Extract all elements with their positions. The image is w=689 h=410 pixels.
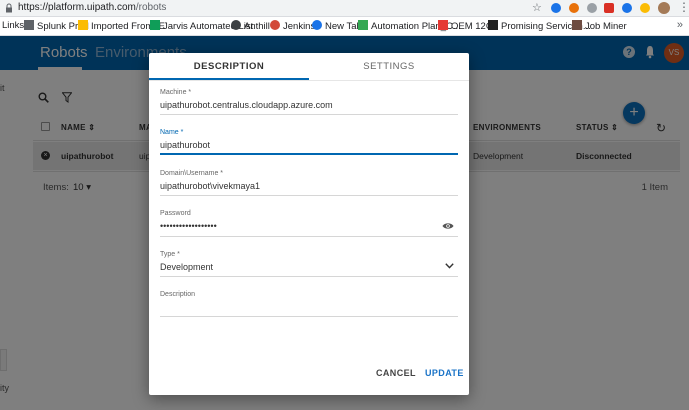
extension-icon[interactable]	[604, 3, 614, 13]
extension-icon[interactable]	[622, 3, 632, 13]
sheets-icon	[150, 20, 160, 30]
bookmark-star-icon[interactable]: ☆	[532, 1, 542, 14]
machine-field[interactable]: Machine *	[160, 89, 458, 115]
tab-description[interactable]: DESCRIPTION	[149, 53, 309, 80]
name-field[interactable]: Name *	[160, 129, 458, 155]
field-underline	[160, 276, 458, 277]
tab-divider	[149, 80, 469, 81]
edit-robot-dialog: DESCRIPTION SETTINGS Machine * Name * Do…	[149, 53, 469, 395]
bookmarks-bar: Links Splunk Prod Imported From IE Jarvi…	[0, 17, 689, 36]
field-underline	[160, 236, 458, 237]
bookmark-item[interactable]: Jenkins	[270, 20, 315, 32]
cancel-button[interactable]: CANCEL	[376, 368, 416, 378]
globe-icon	[231, 20, 241, 30]
extension-icon[interactable]	[640, 3, 650, 13]
field-underline	[160, 316, 458, 317]
machine-input[interactable]	[160, 100, 440, 110]
description-label: Description	[160, 291, 196, 298]
bookmark-item[interactable]: OEM 12C	[438, 20, 493, 32]
bookmark-item[interactable]: Job Miner	[572, 20, 627, 32]
browser-address-bar[interactable]: https://platform.uipath.com/robots ☆ ⋮	[0, 0, 689, 17]
extension-icon[interactable]	[569, 3, 579, 13]
field-underline-focused	[160, 153, 458, 155]
url-text[interactable]: https://platform.uipath.com/robots	[18, 2, 166, 13]
tab-settings[interactable]: SETTINGS	[309, 53, 469, 80]
domain-username-field[interactable]: Domain\Username *	[160, 170, 458, 196]
folder-icon	[78, 20, 88, 30]
folder-icon	[24, 20, 34, 30]
job-miner-icon	[572, 20, 582, 30]
description-input[interactable]	[160, 302, 440, 312]
type-selected-value[interactable]: Development	[160, 262, 440, 272]
jenkins-icon	[270, 20, 280, 30]
lock-icon	[6, 3, 12, 13]
domain-username-input[interactable]	[160, 181, 440, 191]
update-button[interactable]: UPDATE	[425, 368, 464, 378]
password-label: Password	[160, 210, 191, 217]
bookmarks-overflow-icon[interactable]: »	[677, 19, 683, 31]
show-password-eye-icon[interactable]	[442, 221, 454, 231]
more-menu-icon[interactable]: ⋮	[678, 0, 689, 14]
drive-icon	[358, 20, 368, 30]
oracle-icon	[438, 20, 448, 30]
bookmark-item[interactable]: New Tab	[312, 20, 362, 32]
bookmark-item[interactable]: Links	[2, 20, 24, 31]
type-select[interactable]: Type * Development	[160, 251, 458, 277]
chevron-down-icon[interactable]	[445, 263, 454, 269]
machine-label: Machine *	[160, 89, 192, 96]
password-input[interactable]	[160, 221, 440, 231]
type-label: Type *	[160, 251, 180, 258]
password-field[interactable]: Password	[160, 210, 458, 237]
name-input[interactable]	[160, 140, 440, 150]
extension-icon[interactable]	[587, 3, 597, 13]
bookmark-item[interactable]: Anthill	[231, 20, 270, 32]
field-underline	[160, 114, 458, 115]
servicenow-icon	[488, 20, 498, 30]
description-field[interactable]: Description	[160, 291, 458, 317]
extension-icon[interactable]	[551, 3, 561, 13]
name-label: Name *	[160, 129, 184, 136]
field-underline	[160, 195, 458, 196]
profile-avatar-icon[interactable]	[658, 2, 670, 14]
domain-username-label: Domain\Username *	[160, 170, 224, 177]
chrome-icon	[312, 20, 322, 30]
